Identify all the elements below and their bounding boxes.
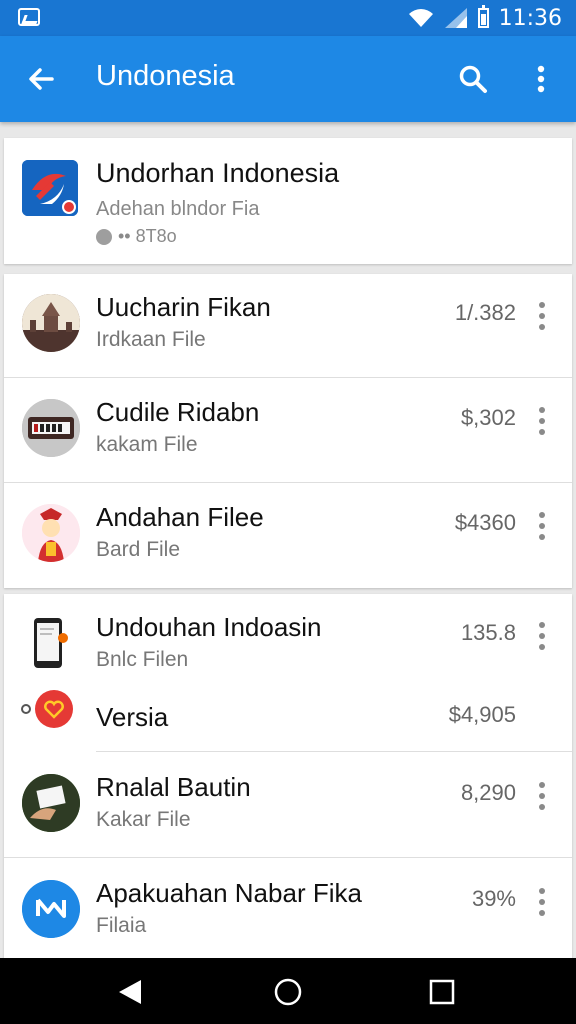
battery-icon	[477, 5, 489, 28]
more-vert-icon[interactable]	[530, 508, 554, 544]
header-meta-text: •• 8T8o	[118, 226, 177, 246]
hand-avatar	[22, 774, 80, 832]
list-item[interactable]: Uucharin Fikan Irdkaan File 1/.382	[4, 274, 572, 378]
list-item[interactable]: Rnalal Bautin Kakar File 8,290	[4, 754, 572, 858]
item-value: $4360	[454, 510, 516, 535]
badge-icon	[62, 200, 76, 214]
more-horiz-icon[interactable]	[530, 700, 554, 708]
item-value: $4,905	[448, 702, 516, 727]
divider	[4, 857, 572, 858]
clock: 11:36	[498, 5, 562, 31]
status-bar-right: 11:36	[408, 4, 562, 32]
divider	[4, 482, 572, 483]
header-title: Undorhan Indonesia	[96, 158, 340, 188]
item-value: 135.8	[460, 620, 516, 645]
item-subtitle: Irdkaan File	[96, 328, 206, 351]
item-subtitle: Filaia	[96, 914, 147, 937]
file-group-1: Uucharin Fikan Irdkaan File 1/.382 Cudil…	[4, 274, 572, 588]
item-value: 8,290	[460, 780, 516, 805]
settings-icon	[96, 228, 112, 245]
wifi-icon	[408, 9, 433, 27]
item-title: Andahan Filee	[96, 502, 264, 532]
item-title: Uucharin Fikan	[96, 292, 271, 322]
file-group-2: Undouhan Indoasin Bnlc Filen 135.8 Versi…	[4, 594, 572, 962]
nav-recents-icon[interactable]	[420, 970, 464, 1014]
item-title: Versia	[96, 702, 169, 732]
navigation-bar	[0, 958, 576, 1024]
arrow-back-icon[interactable]	[20, 58, 62, 100]
more-vert-icon[interactable]	[530, 403, 554, 439]
more-vert-icon[interactable]	[530, 618, 554, 654]
header-subtitle: Adehan blndor Fia	[96, 198, 260, 220]
item-title: Apakuahan Nabar Fika	[96, 878, 362, 908]
app-bar: Undonesia	[0, 36, 576, 122]
item-title: Cudile Ridabn	[96, 397, 260, 427]
dancer-avatar	[22, 504, 80, 562]
more-vert-icon[interactable]	[530, 778, 554, 814]
item-subtitle: Bard File	[96, 538, 181, 561]
app-logo-icon	[22, 160, 78, 216]
more-vert-icon[interactable]	[530, 298, 554, 334]
phone-avatar	[22, 614, 80, 672]
app-header-card[interactable]: Undorhan Indonesia Adehan blndor Fia •• …	[4, 138, 572, 264]
signal-icon	[444, 8, 467, 28]
app-bar-title: Undonesia	[96, 60, 235, 92]
item-title: Rnalal Bautin	[96, 772, 251, 802]
header-meta: •• 8T8o	[96, 226, 177, 247]
messenger-avatar	[22, 880, 80, 938]
temple-avatar	[22, 294, 80, 352]
more-vert-icon[interactable]	[524, 58, 558, 100]
list-item[interactable]: Andahan Filee Bard File $4360	[4, 484, 572, 588]
item-subtitle: Kakar File	[96, 808, 191, 831]
item-title: Undouhan Indoasin	[96, 612, 322, 642]
search-icon[interactable]	[452, 58, 494, 100]
nav-home-icon[interactable]	[266, 970, 310, 1014]
device-avatar	[22, 399, 80, 457]
status-bar: 11:36	[0, 0, 576, 36]
list-item[interactable]: Versia $4,905	[4, 666, 572, 752]
nav-back-icon[interactable]	[108, 970, 152, 1014]
item-subtitle: kakam File	[96, 433, 198, 456]
notification-icon	[18, 8, 40, 26]
list-item[interactable]: Cudile Ridabn kakam File $,302	[4, 379, 572, 483]
divider	[4, 377, 572, 378]
more-vert-icon[interactable]	[530, 884, 554, 920]
heart-avatar	[16, 684, 82, 734]
item-value: $,302	[460, 405, 516, 430]
list-item[interactable]: Apakuahan Nabar Fika Filaia 39%	[4, 860, 572, 964]
item-value: 1/.382	[454, 300, 516, 325]
divider	[96, 751, 572, 752]
item-value: 39%	[471, 886, 516, 911]
